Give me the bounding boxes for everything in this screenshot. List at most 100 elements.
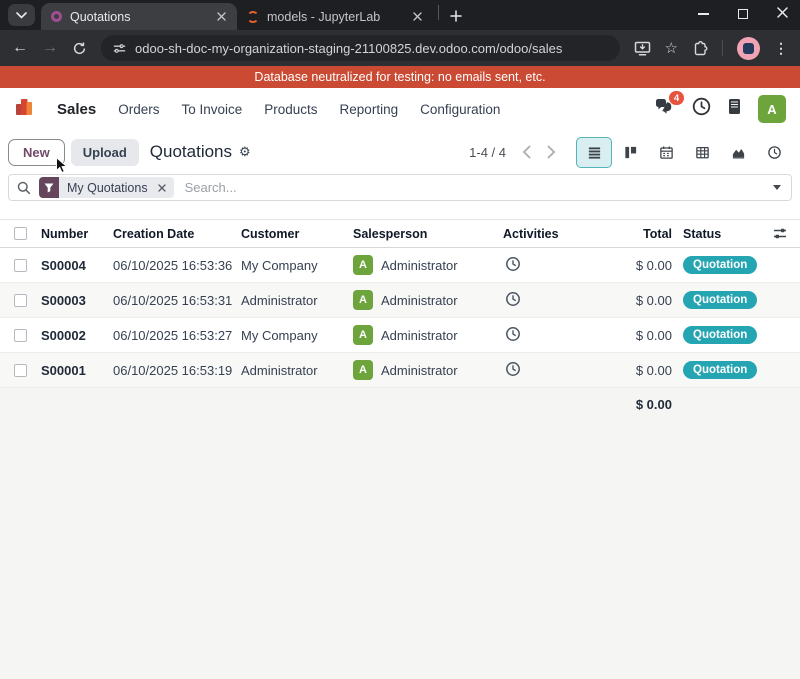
app-name-button[interactable]: Sales [57, 101, 96, 118]
browser-toolbar: ← → odoo-sh-doc-my-organization-staging-… [0, 30, 800, 66]
cell-salesperson: A Administrator [348, 290, 498, 310]
clock-icon [505, 326, 521, 342]
select-all-checkbox[interactable] [14, 227, 27, 240]
header-number[interactable]: Number [36, 227, 108, 241]
url-bar[interactable]: odoo-sh-doc-my-organization-staging-2110… [101, 35, 620, 61]
menu-reporting[interactable]: Reporting [340, 102, 399, 117]
upload-button[interactable]: Upload [71, 139, 139, 166]
pager-next-button[interactable] [539, 143, 564, 161]
list-view-icon [587, 145, 602, 160]
browser-tab-quotations[interactable]: Quotations [41, 3, 237, 30]
menu-configuration[interactable]: Configuration [420, 102, 500, 117]
cell-creation-date: 06/10/2025 16:53:36 [108, 258, 236, 273]
tab-separator [438, 5, 439, 20]
activity-clock-button[interactable] [498, 291, 610, 310]
row-checkbox[interactable] [14, 259, 27, 272]
extensions-button[interactable] [692, 40, 708, 56]
facet-remove-button[interactable] [156, 184, 174, 192]
reload-button[interactable] [72, 41, 87, 56]
menu-orders[interactable]: Orders [118, 102, 159, 117]
activity-clock-button[interactable] [498, 326, 610, 345]
pivot-view-button[interactable] [684, 137, 720, 168]
chevron-right-icon [547, 145, 556, 159]
forward-button[interactable]: → [42, 40, 58, 56]
menu-to-invoice[interactable]: To Invoice [181, 102, 242, 117]
menu-products[interactable]: Products [264, 102, 317, 117]
table-row[interactable]: S00002 06/10/2025 16:53:27 My Company A … [0, 318, 800, 353]
cell-status: Quotation [675, 361, 760, 379]
browser-menu-button[interactable]: ⋮ [774, 40, 788, 57]
jupyterlab-favicon-icon [247, 11, 259, 23]
filter-funnel-icon [39, 177, 59, 198]
browser-profile-avatar[interactable] [737, 37, 760, 60]
row-checkbox[interactable] [14, 329, 27, 342]
header-salesperson[interactable]: Salesperson [348, 227, 498, 241]
kanban-view-button[interactable] [612, 137, 648, 168]
device-button[interactable] [728, 98, 741, 120]
calendar-view-button[interactable] [648, 137, 684, 168]
clock-icon [505, 361, 521, 377]
back-button[interactable]: ← [12, 40, 28, 56]
close-window-button[interactable] [777, 5, 788, 23]
gear-icon[interactable]: ⚙ [239, 144, 251, 160]
tab-search-button[interactable] [8, 4, 35, 26]
bookmark-star-button[interactable]: ☆ [665, 39, 678, 57]
list-view-button[interactable] [576, 137, 612, 168]
tab-close-icon[interactable] [213, 9, 229, 25]
new-button-label: New [23, 145, 50, 160]
activity-clock-icon [767, 145, 782, 160]
clock-icon [505, 291, 521, 307]
header-creation-date[interactable]: Creation Date [108, 227, 236, 241]
close-icon [413, 12, 422, 21]
new-tab-button[interactable] [444, 4, 468, 28]
funnel-icon [44, 183, 54, 193]
header-status[interactable]: Status [675, 227, 760, 241]
graph-view-button[interactable] [720, 137, 756, 168]
user-avatar[interactable]: A [758, 95, 786, 123]
header-activities[interactable]: Activities [498, 227, 610, 241]
cell-number: S00004 [36, 258, 108, 273]
cell-total: $ 0.00 [610, 258, 675, 273]
table-body: S00004 06/10/2025 16:53:36 My Company A … [0, 248, 800, 388]
new-button[interactable]: New [8, 139, 65, 166]
maximize-button[interactable] [738, 9, 748, 19]
search-facet-my-quotations[interactable]: My Quotations [39, 177, 174, 198]
sliders-icon [773, 227, 787, 240]
activity-view-button[interactable] [756, 137, 792, 168]
activity-clock-button[interactable] [498, 361, 610, 380]
messages-button[interactable]: 4 [654, 98, 675, 120]
salesperson-name: Administrator [381, 258, 458, 273]
chevron-down-icon [16, 12, 27, 19]
pager-previous-button[interactable] [514, 143, 539, 161]
table-row[interactable]: S00001 06/10/2025 16:53:19 Administrator… [0, 353, 800, 388]
install-app-button[interactable] [634, 41, 651, 56]
apps-menu-button[interactable] [14, 96, 35, 122]
table-header-row: Number Creation Date Customer Salesperso… [0, 219, 800, 248]
activity-clock-button[interactable] [498, 256, 610, 275]
search-bar[interactable]: My Quotations Search... [8, 174, 792, 201]
close-icon [158, 184, 166, 192]
cell-status: Quotation [675, 291, 760, 309]
send-to-device-icon [634, 41, 651, 56]
tab-title: models - JupyterLab [267, 10, 401, 24]
optional-columns-button[interactable] [760, 227, 800, 240]
tab-close-icon[interactable] [409, 9, 425, 25]
header-customer[interactable]: Customer [236, 227, 348, 241]
search-icon [17, 181, 31, 195]
table-row[interactable]: S00003 06/10/2025 16:53:31 Administrator… [0, 283, 800, 318]
search-dropdown-button[interactable] [763, 175, 791, 200]
row-checkbox[interactable] [14, 364, 27, 377]
browser-tab-jupyterlab[interactable]: models - JupyterLab [237, 3, 433, 30]
salesperson-avatar: A [353, 255, 373, 275]
activities-menu-button[interactable] [692, 97, 711, 121]
table-row[interactable]: S00004 06/10/2025 16:53:36 My Company A … [0, 248, 800, 283]
status-badge: Quotation [683, 256, 757, 274]
cell-status: Quotation [675, 326, 760, 344]
minimize-button[interactable] [698, 13, 709, 15]
salesperson-avatar: A [353, 325, 373, 345]
salesperson-name: Administrator [381, 328, 458, 343]
content-area: New Upload Quotations ⚙ 1-4 / 4 [0, 130, 800, 388]
row-checkbox[interactable] [14, 294, 27, 307]
header-total[interactable]: Total [610, 227, 675, 241]
cell-salesperson: A Administrator [348, 325, 498, 345]
